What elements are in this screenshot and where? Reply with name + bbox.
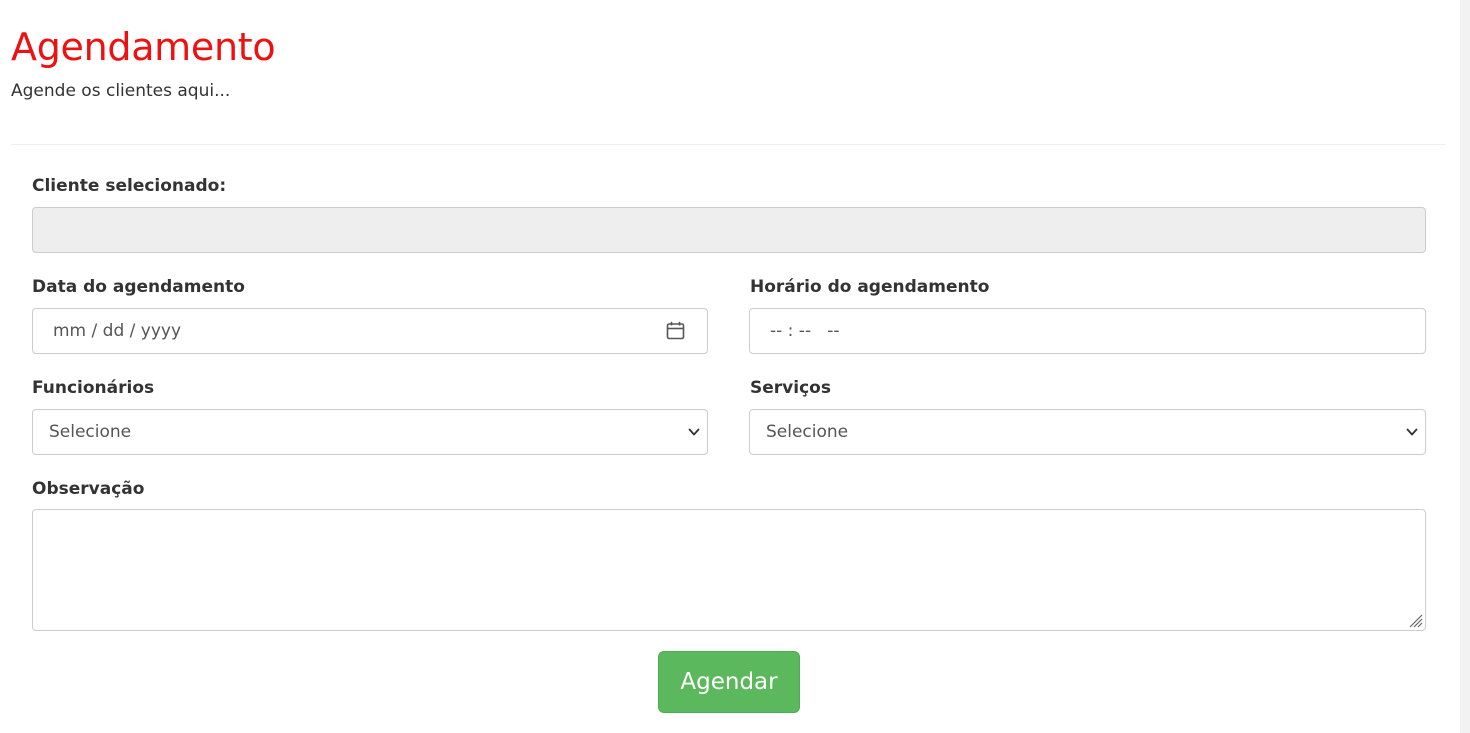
notes-label: Observação [32, 479, 145, 499]
employees-label: Funcionários [32, 378, 155, 398]
page-subtitle: Agende os clientes aqui... [11, 81, 231, 101]
time-input[interactable]: -- : -- -- [749, 308, 1426, 354]
chevron-down-icon [688, 428, 700, 436]
time-label: Horário do agendamento [750, 277, 990, 297]
resize-handle-icon[interactable] [1407, 612, 1423, 628]
page: Agendamento Agende os clientes aqui... C… [0, 0, 1470, 733]
date-input[interactable]: mm / dd / yyyy [32, 308, 708, 354]
schedule-button[interactable]: Agendar [658, 651, 800, 713]
notes-textarea[interactable] [32, 509, 1426, 631]
employees-selected: Selecione [49, 422, 132, 442]
date-placeholder: mm / dd / yyyy [53, 321, 182, 341]
date-label: Data do agendamento [32, 277, 245, 297]
calendar-icon[interactable] [666, 321, 685, 340]
client-field[interactable] [32, 207, 1426, 253]
page-header: Agendamento Agende os clientes aqui... [11, 22, 276, 102]
client-label: Cliente selecionado: [32, 176, 227, 196]
time-placeholder: -- : -- -- [770, 321, 840, 341]
page-scrollbar[interactable] [1460, 0, 1470, 733]
services-selected: Selecione [766, 422, 849, 442]
header-divider [11, 144, 1446, 145]
employees-select[interactable]: Selecione [32, 409, 708, 455]
chevron-down-icon [1406, 428, 1418, 436]
services-label: Serviços [750, 378, 831, 398]
services-select[interactable]: Selecione [749, 409, 1426, 455]
page-title: Agendamento [11, 25, 276, 69]
